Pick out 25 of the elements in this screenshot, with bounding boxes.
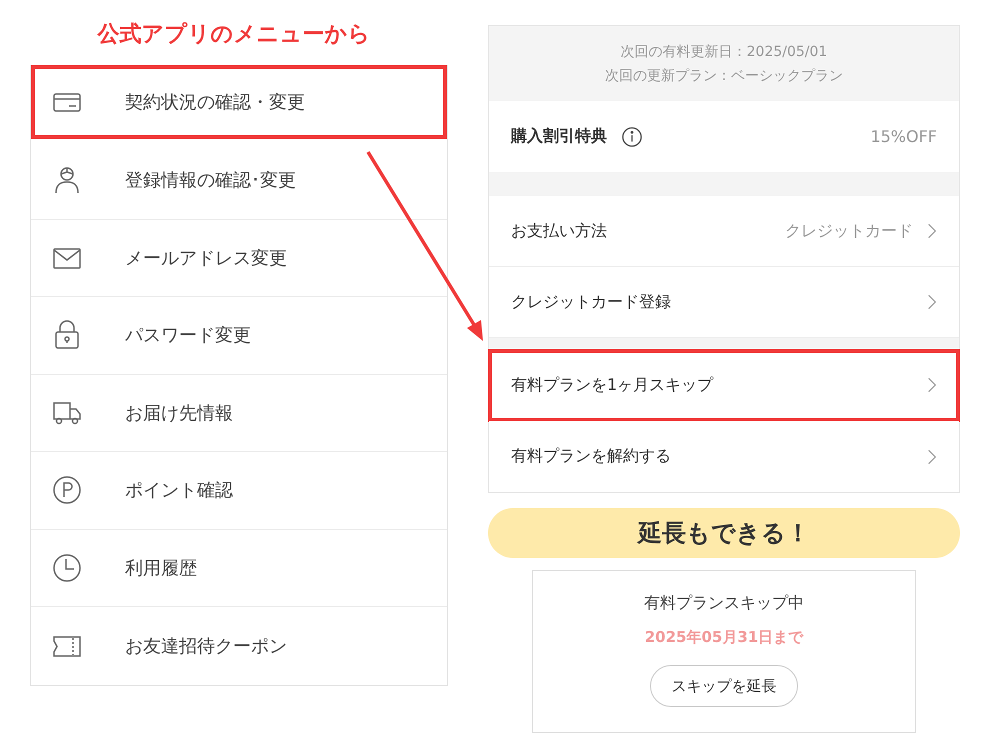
chevron-icon: [927, 293, 937, 311]
discount-label: 購入割引特典: [511, 126, 607, 147]
menu-item[interactable]: 利用履歴: [31, 530, 447, 607]
menu-item[interactable]: お友達招待クーポン: [31, 607, 447, 684]
renewal-info: 次回の有料更新日：2025/05/01: [620, 42, 828, 60]
menu-item[interactable]: 契約状況の確認・変更: [31, 65, 447, 139]
chevron-icon: [927, 222, 937, 240]
discount-value: 15%OFF: [870, 127, 937, 146]
chevron-icon: [927, 448, 937, 466]
menu-item[interactable]: お届け先情報: [31, 374, 447, 452]
renewal-info: 次回の更新プラン：ベーシックプラン: [605, 66, 843, 84]
clock-icon: [51, 552, 83, 584]
skip-status-title: 有料プランスキップ中: [644, 593, 804, 614]
extend-skip-button[interactable]: スキップを延長: [650, 665, 798, 707]
info-icon[interactable]: [621, 126, 643, 148]
callout-banner: 延長もできる！: [488, 508, 960, 558]
points-icon: [51, 474, 83, 506]
skip-until-date: 2025年05月31日まで: [644, 628, 804, 647]
menu-item[interactable]: メールアドレス変更: [31, 220, 447, 297]
settings-row[interactable]: 有料プランを1ヶ月スキップ: [489, 350, 959, 421]
annotation-heading: 公式アプリのメニューから: [96, 21, 372, 49]
chevron-icon: [927, 376, 937, 394]
menu-item[interactable]: パスワード変更: [31, 297, 447, 374]
menu-item[interactable]: 登録情報の確認･変更: [31, 142, 447, 220]
menu-item[interactable]: ポイント確認: [31, 452, 447, 530]
